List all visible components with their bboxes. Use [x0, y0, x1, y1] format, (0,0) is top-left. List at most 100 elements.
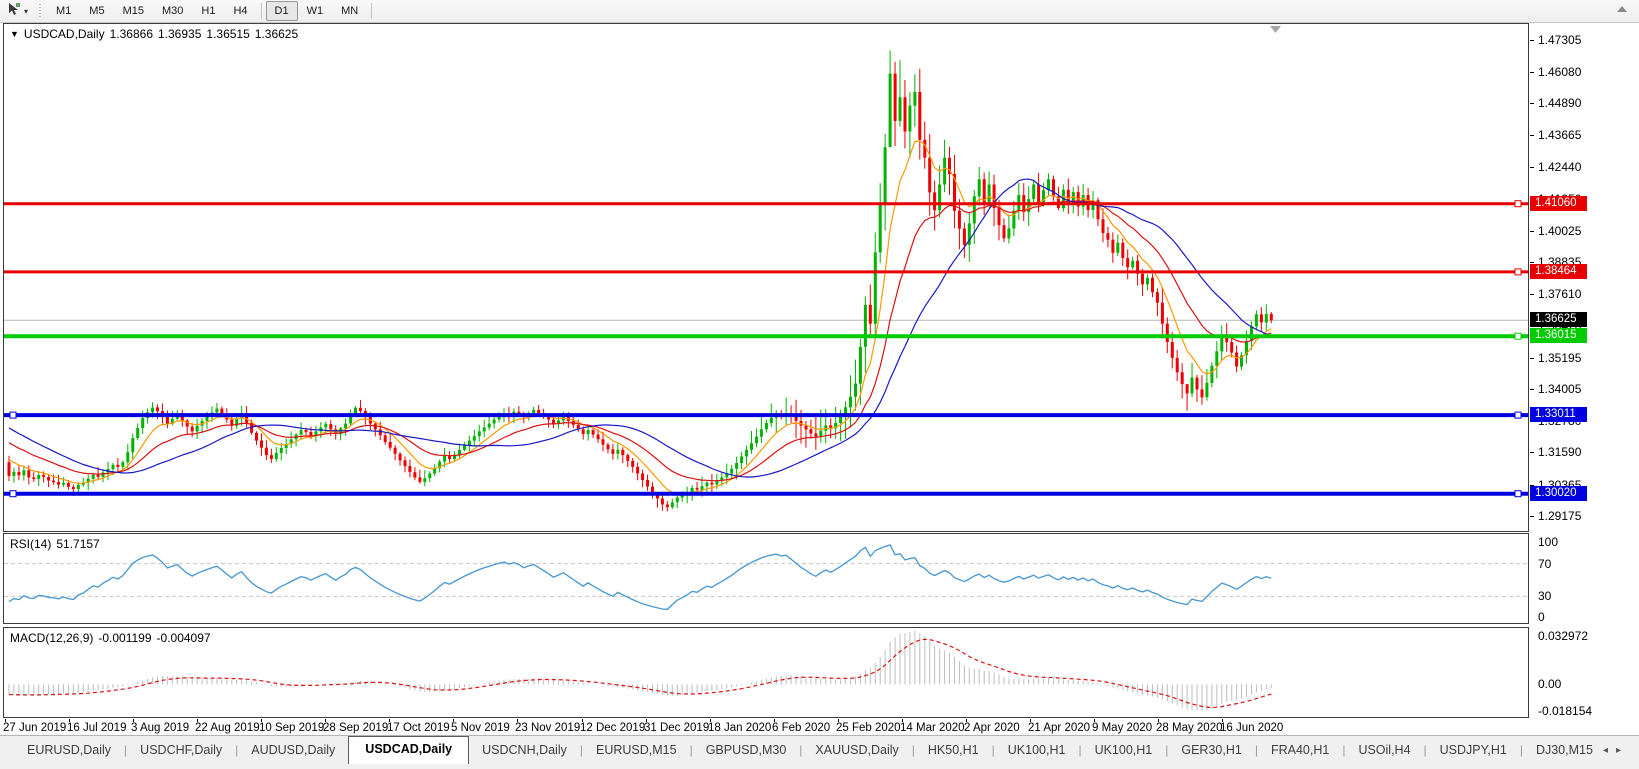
tab-scroll-left-icon[interactable]: ◂: [1603, 745, 1616, 756]
horizontal-level-line[interactable]: [4, 491, 1528, 497]
crosshair-tool-button[interactable]: ▾: [3, 0, 32, 23]
timeframe-button-H4[interactable]: H4: [224, 1, 256, 21]
macd-value-1: -0.001199: [98, 631, 151, 645]
collapse-triangle-icon[interactable]: ▼: [10, 29, 19, 39]
tab-USDCHF-Daily[interactable]: USDCHF,Daily: [127, 738, 235, 763]
tab-AUDUSD-Daily[interactable]: AUDUSD,Daily: [238, 738, 348, 763]
date-label: 17 Oct 2019: [387, 722, 450, 734]
rsi-indicator-pane[interactable]: RSI(14)51.7157: [3, 533, 1529, 624]
candlestick-chart[interactable]: [4, 24, 1528, 531]
cursor-arrow-icon: [7, 2, 21, 21]
tab-EURUSD-M15[interactable]: EURUSD,M15: [583, 738, 690, 763]
timeframe-button-H1[interactable]: H1: [192, 1, 224, 21]
horizontal-level-line[interactable]: [4, 333, 1528, 339]
rsi-tick-label: 100: [1538, 535, 1558, 549]
macd-indicator-pane[interactable]: MACD(12,26,9)-0.001199-0.004097: [3, 627, 1529, 718]
ohlc-open: 1.36866: [110, 27, 153, 41]
date-label: 14 Mar 2020: [900, 722, 965, 734]
ohlc-low: 1.36515: [206, 27, 249, 41]
price-axis-tick: [1530, 516, 1534, 517]
rsi-tick-label: 70: [1538, 557, 1551, 571]
chart-tabs-bar: EURUSD,Daily|USDCHF,Daily|AUDUSD,DailyUS…: [0, 735, 1639, 769]
price-axis[interactable]: 1.473051.460801.448901.436651.424401.412…: [1530, 23, 1639, 719]
mt4-window: ▾ M1M5M15M30H1H4 D1W1MN ▼ USDCAD,Daily 1.36…: [0, 0, 1639, 769]
price-tick-label: 1.47305: [1538, 33, 1581, 47]
toolbar-overflow-icon[interactable]: [1617, 6, 1627, 12]
timeframe-button-MN[interactable]: MN: [332, 1, 367, 21]
date-label: 2 Apr 2020: [964, 722, 1020, 734]
macd-tick-label: 0.00: [1538, 677, 1561, 691]
chart-title-symbol: USDCAD,Daily: [24, 27, 105, 41]
price-axis-tick: [1530, 452, 1534, 453]
rsi-value: 51.7157: [56, 537, 99, 551]
date-label: 6 Feb 2020: [772, 722, 830, 734]
tab-EURUSD-Daily[interactable]: EURUSD,Daily: [14, 738, 124, 763]
tab-FRA40-H1[interactable]: FRA40,H1: [1258, 738, 1342, 763]
price-tick-label: 1.46080: [1538, 65, 1581, 79]
macd-label: MACD(12,26,9)-0.001199-0.004097: [10, 631, 216, 645]
tab-XAUUSD-Daily[interactable]: XAUUSD,Daily: [802, 738, 911, 763]
horizontal-level-line[interactable]: [4, 201, 1528, 207]
price-tick-label: 1.43665: [1538, 128, 1581, 142]
date-label: 27 Jun 2019: [3, 722, 66, 734]
date-label: 16 Jul 2019: [67, 722, 126, 734]
timeframe-buttons: M1M5M15M30H1H4 D1W1MN: [47, 1, 376, 21]
chart-shift-marker[interactable]: [1270, 26, 1281, 33]
price-tick-label: 1.44890: [1538, 96, 1581, 110]
rsi-tick-label: 0: [1538, 610, 1545, 624]
macd-plot[interactable]: [4, 628, 1528, 717]
date-label: 21 Apr 2020: [1028, 722, 1090, 734]
timeframe-button-M5[interactable]: M5: [80, 1, 113, 21]
tab-GER30-H1[interactable]: GER30,H1: [1168, 738, 1254, 763]
level-price-badge: 1.33011: [1530, 407, 1587, 422]
timeframe-button-D1[interactable]: D1: [266, 1, 298, 21]
date-label: 12 Dec 2019: [580, 722, 645, 734]
chart-title: ▼ USDCAD,Daily 1.36866 1.36935 1.36515 1.3662…: [10, 27, 303, 41]
macd-tick-label: -0.018154: [1538, 704, 1592, 718]
toolbar-grip[interactable]: [38, 4, 43, 19]
macd-name: MACD(12,26,9): [10, 631, 93, 645]
chevron-down-icon: ▾: [24, 7, 28, 16]
tab-USDCAD-Daily[interactable]: USDCAD,Daily: [348, 736, 469, 764]
tab-DJ30-M15[interactable]: DJ30,M15: [1523, 738, 1606, 763]
time-axis[interactable]: 27 Jun 201916 Jul 2019 3 Aug 2019 22 Aug 2…: [0, 719, 1639, 735]
tab-UK100-H1[interactable]: UK100,H1: [1082, 738, 1166, 763]
price-axis-tick: [1530, 389, 1534, 390]
price-axis-tick: [1530, 72, 1534, 73]
tab-USDCNH-Daily[interactable]: USDCNH,Daily: [469, 738, 580, 763]
timeframe-button-W1[interactable]: W1: [298, 1, 333, 21]
tab-USDJPY-H1[interactable]: USDJPY,H1: [1427, 738, 1520, 763]
tab-USOil-H4[interactable]: USOil,H4: [1345, 738, 1423, 763]
timeframe-button-M1[interactable]: M1: [47, 1, 80, 21]
rsi-plot[interactable]: [4, 534, 1528, 623]
level-price-badge: 1.30020: [1530, 486, 1587, 501]
current-price-badge: 1.36625: [1530, 312, 1587, 327]
ohlc-high: 1.36935: [158, 27, 201, 41]
price-tick-label: 1.37610: [1538, 287, 1581, 301]
horizontal-level-line[interactable]: [4, 269, 1528, 275]
toolbar: ▾ M1M5M15M30H1H4 D1W1MN: [0, 0, 1639, 23]
date-label: 28 May 2020: [1156, 722, 1223, 734]
price-tick-label: 1.34005: [1538, 382, 1581, 396]
horizontal-level-line[interactable]: [4, 412, 1528, 418]
timeframe-button-M30[interactable]: M30: [153, 1, 192, 21]
tab-GBPUSD-M30[interactable]: GBPUSD,M30: [693, 738, 800, 763]
level-price-badge: 1.36015: [1530, 328, 1587, 343]
date-label: 16 Jun 2020: [1220, 722, 1283, 734]
date-label: 22 Aug 2019: [195, 722, 260, 734]
ohlc-close: 1.36625: [255, 27, 298, 41]
tab-HK50-H1[interactable]: HK50,H1: [915, 738, 992, 763]
price-axis-tick: [1530, 358, 1534, 359]
tab-scroll-right-icon[interactable]: ▸: [1616, 745, 1629, 756]
price-axis-tick: [1530, 294, 1534, 295]
main-chart-pane[interactable]: ▼ USDCAD,Daily 1.36866 1.36935 1.36515 1.3662…: [3, 23, 1529, 532]
tab-UK100-H1[interactable]: UK100,H1: [995, 738, 1079, 763]
date-label: 18 Jan 2020: [708, 722, 771, 734]
price-axis-tick: [1530, 135, 1534, 136]
date-label: 3 Aug 2019: [131, 722, 189, 734]
date-label: 5 Nov 2019: [451, 722, 510, 734]
price-axis-tick: [1530, 167, 1534, 168]
chart-tabs: EURUSD,Daily|USDCHF,Daily|AUDUSD,DailyUS…: [0, 736, 1606, 763]
timeframe-button-M15[interactable]: M15: [114, 1, 153, 21]
price-tick-label: 1.35195: [1538, 351, 1581, 365]
